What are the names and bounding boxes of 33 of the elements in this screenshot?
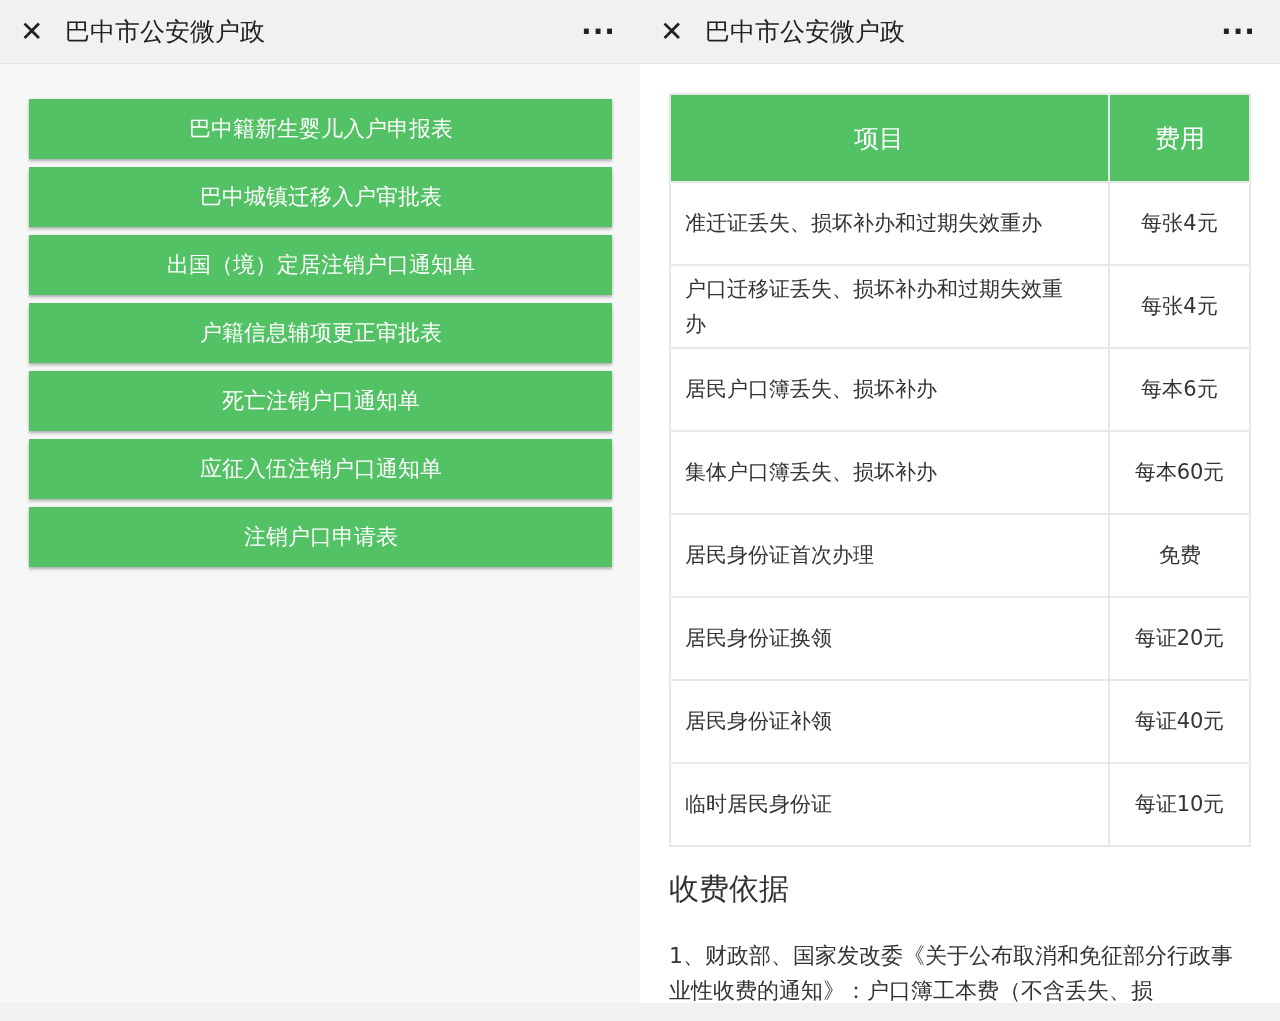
table-cell: 每张4元 bbox=[1109, 182, 1250, 265]
table-cell: 每本60元 bbox=[1109, 431, 1250, 514]
table-cell: 集体户口簿丢失、损坏补办 bbox=[670, 431, 1109, 514]
table-cell: 户口迁移证丢失、损坏补办和过期失效重办 bbox=[670, 265, 1109, 348]
form-button[interactable]: 出国（境）定居注销户口通知单 bbox=[29, 235, 612, 295]
table-cell: 居民身份证补领 bbox=[670, 680, 1109, 763]
column-header: 费用 bbox=[1109, 94, 1250, 182]
form-button[interactable]: 巴中城镇迁移入户审批表 bbox=[29, 167, 612, 227]
more-button[interactable]: ··· bbox=[577, 15, 620, 48]
form-button[interactable]: 巴中籍新生婴儿入户申报表 bbox=[29, 99, 612, 159]
table-cell: 准迁证丢失、损坏补办和过期失效重办 bbox=[670, 182, 1109, 265]
section-heading: 收费依据 bbox=[669, 870, 790, 908]
table-cell: 每张4元 bbox=[1109, 265, 1250, 348]
paragraph: 1、财政部、国家发改委《关于公布取消和免征部分行政事业性收费的通知》：户口簿工本费（不含丢失、损 bbox=[669, 942, 1234, 1003]
close-button[interactable]: ✕ bbox=[16, 15, 48, 48]
more-button[interactable]: ··· bbox=[1217, 15, 1260, 48]
form-button[interactable]: 注销户口申请表 bbox=[29, 507, 612, 567]
table-cell: 居民身份证换领 bbox=[670, 597, 1109, 680]
table-cell: 居民身份证首次办理 bbox=[670, 514, 1109, 597]
table-cell: 每本6元 bbox=[1109, 348, 1250, 431]
table-cell: 免费 bbox=[1109, 514, 1250, 597]
close-button[interactable]: ✕ bbox=[656, 15, 688, 48]
table-cell: 居民户口簿丢失、损坏补办 bbox=[670, 348, 1109, 431]
table-cell: 每证10元 bbox=[1109, 763, 1250, 846]
form-button[interactable]: 应征入伍注销户口通知单 bbox=[29, 439, 612, 499]
column-header: 项目 bbox=[670, 94, 1109, 182]
page-title: 巴中市公安微户政 bbox=[65, 16, 267, 48]
page-title: 巴中市公安微户政 bbox=[705, 16, 907, 48]
table-cell: 每证20元 bbox=[1109, 597, 1250, 680]
form-button[interactable]: 户籍信息辅项更正审批表 bbox=[29, 303, 612, 363]
form-button[interactable]: 死亡注销户口通知单 bbox=[29, 371, 612, 431]
table-cell: 每证40元 bbox=[1109, 680, 1250, 763]
table-cell: 临时居民身份证 bbox=[670, 763, 1109, 846]
